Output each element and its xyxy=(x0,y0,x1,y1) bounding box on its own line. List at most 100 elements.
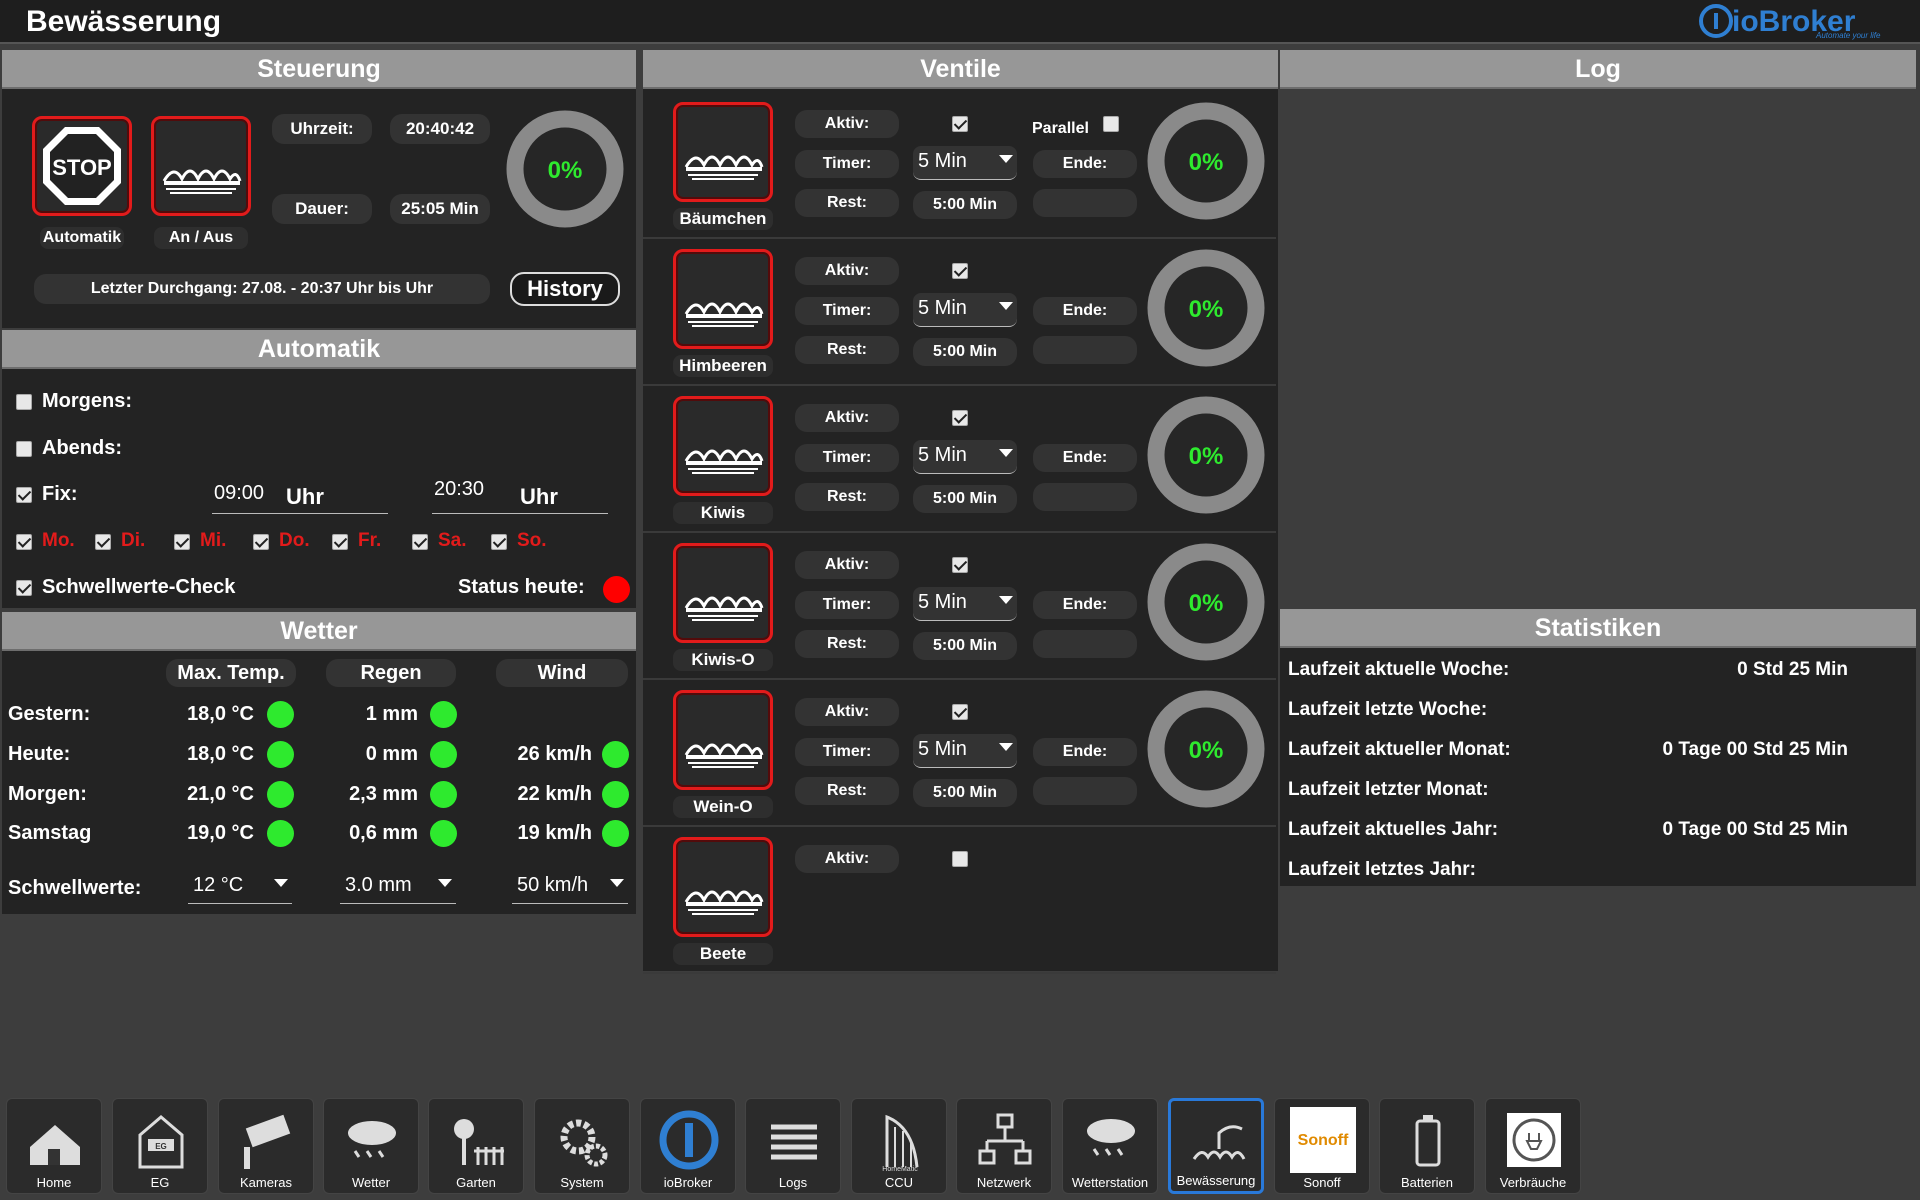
weekday-label: Mo. xyxy=(42,530,75,551)
timer-label: Timer: xyxy=(795,738,899,766)
nav-button-wetterstation[interactable]: Wetterstation xyxy=(1062,1098,1158,1194)
weekday-checkbox[interactable] xyxy=(16,534,32,550)
abends-checkbox[interactable] xyxy=(16,441,32,457)
timer-select[interactable]: 5 Min xyxy=(913,587,1017,621)
schwellwert-regen-select[interactable]: 3.0 mm xyxy=(340,870,456,904)
ende-label: Ende: xyxy=(1033,444,1137,472)
weekday-checkbox[interactable] xyxy=(174,534,190,550)
svg-text:STOP: STOP xyxy=(52,155,112,180)
sprinkler-grass-icon xyxy=(684,449,764,474)
timer-select[interactable]: 5 Min xyxy=(913,293,1017,327)
nav-button-label: Kameras xyxy=(239,1175,293,1190)
nav-button-eg[interactable]: EG EG xyxy=(112,1098,208,1194)
wetter-heading: Wetter xyxy=(2,612,636,651)
weekday-label: So. xyxy=(517,530,547,551)
nav-button-label: Logs xyxy=(778,1175,808,1190)
aktiv-checkbox[interactable] xyxy=(952,557,968,573)
house-icon xyxy=(30,1125,80,1165)
nav-button-ccu[interactable]: HomeMatic CCU xyxy=(851,1098,947,1194)
sprinkler-grass-icon xyxy=(684,890,764,915)
valve-toggle-button[interactable] xyxy=(673,396,773,496)
nav-button-bewässerung[interactable]: Bewässerung xyxy=(1168,1098,1264,1194)
chevron-down-icon xyxy=(999,155,1013,163)
timer-value: 5 Min xyxy=(918,591,967,613)
weather-wind-value: 19 km/h xyxy=(517,822,592,844)
schwellwerte-check-checkbox[interactable] xyxy=(16,580,32,596)
aktiv-checkbox[interactable] xyxy=(952,116,968,132)
nav-button-label: System xyxy=(560,1175,604,1190)
ventile-heading: Ventile xyxy=(643,50,1278,89)
timer-select[interactable]: 5 Min xyxy=(913,146,1017,180)
aktiv-checkbox[interactable] xyxy=(952,410,968,426)
fix-checkbox[interactable] xyxy=(16,487,32,503)
nav-button-verbräuche[interactable]: Verbräuche xyxy=(1485,1098,1581,1194)
col-regen: Regen xyxy=(326,659,456,687)
an-aus-button[interactable] xyxy=(151,116,251,216)
valve-toggle-button[interactable] xyxy=(673,837,773,937)
parallel-checkbox[interactable] xyxy=(1103,116,1119,132)
ventile-panel: Ventile Bäumchen Aktiv: Parallel Timer: 5 Mi… xyxy=(643,50,1278,974)
weekday-checkbox[interactable] xyxy=(253,534,269,550)
weekday-checkbox[interactable] xyxy=(95,534,111,550)
nav-button-wetter[interactable]: Wetter xyxy=(323,1098,419,1194)
nav-button-label: Sonoff xyxy=(1303,1175,1341,1190)
timer-value: 5 Min xyxy=(918,444,967,466)
nav-button-label: ioBroker xyxy=(663,1175,713,1190)
schwellwert-temp-select[interactable]: 12 °C xyxy=(188,870,292,904)
timer-select[interactable]: 5 Min xyxy=(913,440,1017,474)
ende-label: Ende: xyxy=(1033,297,1137,325)
fix-time-1-input[interactable]: 09:00 Uhr xyxy=(212,480,388,514)
steuerung-panel: Steuerung STOP Automatik An / Aus Uhrzei… xyxy=(2,50,636,328)
nav-button-batterien[interactable]: Batterien xyxy=(1379,1098,1475,1194)
svg-text:0%: 0% xyxy=(1189,590,1224,617)
nav-button-home[interactable]: Home xyxy=(6,1098,102,1194)
stat-value: 0 Tage 00 Std 25 Min xyxy=(1662,819,1848,840)
aktiv-checkbox[interactable] xyxy=(952,263,968,279)
weekday-checkbox[interactable] xyxy=(332,534,348,550)
timer-value: 5 Min xyxy=(918,297,967,319)
nav-button-netzwerk[interactable]: Netzwerk xyxy=(956,1098,1052,1194)
aktiv-checkbox[interactable] xyxy=(952,851,968,867)
rest-label: Rest: xyxy=(795,777,899,805)
nav-button-sonoff[interactable]: Sonoff Sonoff xyxy=(1274,1098,1370,1194)
schwellwert-wind-select[interactable]: 50 km/h xyxy=(512,870,628,904)
aktiv-checkbox[interactable] xyxy=(952,704,968,720)
schwellwert-regen-value: 3.0 mm xyxy=(345,874,412,896)
weekday-checkbox[interactable] xyxy=(412,534,428,550)
weather-temp-value: 21,0 °C xyxy=(187,783,254,805)
battery-icon xyxy=(1415,1115,1441,1167)
nav-button-iobroker[interactable]: ioBroker xyxy=(640,1098,736,1194)
weather-row-label: Morgen: xyxy=(8,783,87,805)
automatik-button[interactable]: STOP xyxy=(32,116,132,216)
valve-toggle-button[interactable] xyxy=(673,102,773,202)
weekday-label: Sa. xyxy=(438,530,467,551)
chevron-down-icon xyxy=(999,596,1013,604)
valve-toggle-button[interactable] xyxy=(673,543,773,643)
nav-button-garten[interactable]: Garten xyxy=(428,1098,524,1194)
an-aus-label: An / Aus xyxy=(154,227,248,249)
timer-value: 5 Min xyxy=(918,738,967,760)
rest-label: Rest: xyxy=(795,483,899,511)
chevron-down-icon xyxy=(274,879,288,887)
sprinkler-grass-icon xyxy=(684,302,764,327)
ende-label: Ende: xyxy=(1033,738,1137,766)
nav-button-system[interactable]: System xyxy=(534,1098,630,1194)
morgens-checkbox[interactable] xyxy=(16,394,32,410)
rest-value: 5:00 Min xyxy=(913,191,1017,219)
history-button[interactable]: History xyxy=(510,272,620,306)
fix-time-2-input[interactable]: 20:30 Uhr xyxy=(432,478,608,514)
page-title: Bewässerung xyxy=(26,5,222,38)
ende-value xyxy=(1033,336,1137,364)
schwellwert-temp-value: 12 °C xyxy=(193,874,244,896)
parallel-label: Parallel xyxy=(1032,120,1089,137)
weather-regen-value: 1 mm xyxy=(365,703,418,725)
automatik-label: Automatik xyxy=(40,227,124,249)
timer-select[interactable]: 5 Min xyxy=(913,734,1017,768)
valve-toggle-button[interactable] xyxy=(673,690,773,790)
weekday-label: Do. xyxy=(279,530,310,551)
nav-button-logs[interactable]: Logs xyxy=(745,1098,841,1194)
valve-toggle-button[interactable] xyxy=(673,249,773,349)
steuerung-heading: Steuerung xyxy=(2,50,636,89)
nav-button-kameras[interactable]: Kameras xyxy=(218,1098,314,1194)
weekday-checkbox[interactable] xyxy=(491,534,507,550)
